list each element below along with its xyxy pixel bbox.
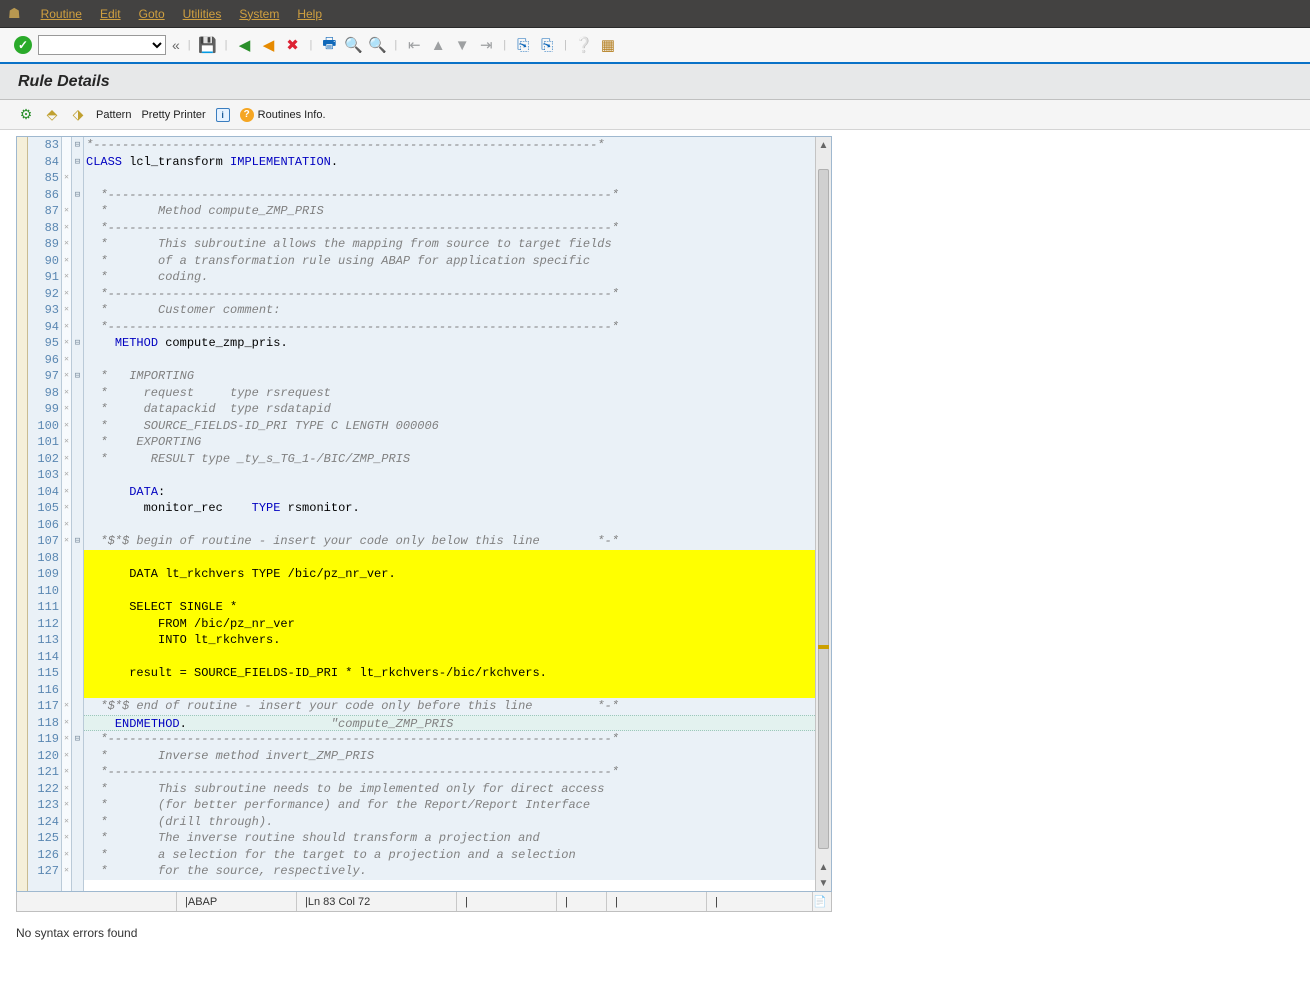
change-marker-column: ✕✕✕✕✕✕✕✕✕✕✕✕✕✕✕✕✕✕✕✕✕✕✕✕✕✕✕✕✕✕✕✕✕ bbox=[62, 137, 72, 891]
note-icon[interactable]: 📄 bbox=[813, 895, 827, 909]
pretty-printer-button[interactable]: Pretty Printer bbox=[141, 109, 205, 121]
editor-rail bbox=[17, 137, 28, 891]
command-field[interactable] bbox=[38, 35, 166, 55]
shortcut-icon[interactable]: ⎘ bbox=[538, 36, 556, 54]
find-icon[interactable]: 🔍 bbox=[344, 36, 362, 54]
prev-page-icon: ▲ bbox=[429, 36, 447, 54]
back-icon[interactable]: ◀ bbox=[236, 36, 254, 54]
sub-toolbar: ⚙ ⬘ ⬗ Pattern Pretty Printer i ? Routines… bbox=[0, 100, 1310, 130]
status-message: No syntax errors found bbox=[16, 926, 137, 940]
editor-status-bar: | ABAP | Ln 83 Col 72 | | | | 📄 bbox=[16, 892, 832, 912]
menu-routine[interactable]: Routine bbox=[41, 7, 82, 21]
line-number-gutter: 8384858687888990919293949596979899100101… bbox=[28, 137, 62, 891]
breakpoint-del-icon[interactable]: ⬗ bbox=[70, 107, 86, 123]
print-icon[interactable]: 🖶 bbox=[320, 36, 338, 54]
menu-help[interactable]: Help bbox=[297, 7, 322, 21]
cursor-position: Ln 83 Col 72 bbox=[308, 896, 370, 908]
title-bar: Rule Details bbox=[0, 64, 1310, 100]
next-page-icon: ▼ bbox=[453, 36, 471, 54]
menu-system[interactable]: System bbox=[239, 7, 279, 21]
vertical-scrollbar[interactable]: ▲ ▲ ▼ bbox=[815, 137, 831, 891]
pattern-button[interactable]: Pattern bbox=[96, 109, 131, 121]
routines-info-button[interactable]: Routines Info. bbox=[258, 109, 326, 121]
scroll-down-icon[interactable]: ▼ bbox=[816, 875, 831, 891]
menu-bar: ☗ Routine Edit Goto Utilities System Hel… bbox=[0, 0, 1310, 28]
first-page-icon: ⇤ bbox=[405, 36, 423, 54]
last-page-icon: ⇥ bbox=[477, 36, 495, 54]
check-icon[interactable]: ⚙ bbox=[18, 107, 34, 123]
breakpoint-set-icon[interactable]: ⬘ bbox=[44, 107, 60, 123]
question-icon[interactable]: ? bbox=[240, 108, 254, 122]
scroll-up-icon[interactable]: ▲ bbox=[816, 137, 831, 153]
ok-icon[interactable]: ✓ bbox=[14, 36, 32, 54]
cancel-icon[interactable]: ✖ bbox=[284, 36, 302, 54]
system-menu-icon[interactable]: ☗ bbox=[8, 5, 21, 22]
scroll-down-up-icon[interactable]: ▲ bbox=[816, 859, 831, 875]
chevron-left-icon[interactable]: « bbox=[172, 37, 180, 53]
menu-goto[interactable]: Goto bbox=[139, 7, 165, 21]
menu-edit[interactable]: Edit bbox=[100, 7, 121, 21]
page-title: Rule Details bbox=[18, 73, 110, 91]
find-next-icon[interactable]: 🔍 bbox=[368, 36, 386, 54]
help-icon[interactable]: ❔ bbox=[575, 36, 593, 54]
fold-column[interactable]: ⊟⊟⊟⊟⊟⊟⊟ bbox=[72, 137, 84, 891]
layout-icon[interactable]: ▦ bbox=[599, 36, 617, 54]
new-session-icon[interactable]: ⎘ bbox=[514, 36, 532, 54]
exit-icon[interactable]: ◀ bbox=[260, 36, 278, 54]
code-area[interactable]: *---------------------------------------… bbox=[84, 137, 815, 891]
language-indicator: ABAP bbox=[188, 896, 217, 908]
scroll-marker bbox=[818, 645, 829, 649]
info-icon[interactable]: i bbox=[216, 108, 230, 122]
save-icon[interactable]: 💾 bbox=[199, 36, 217, 54]
scrollbar-thumb[interactable] bbox=[818, 169, 829, 849]
menu-utilities[interactable]: Utilities bbox=[183, 7, 222, 21]
code-editor[interactable]: 8384858687888990919293949596979899100101… bbox=[16, 136, 832, 892]
main-toolbar: ✓ « | 💾 | ◀ ◀ ✖ | 🖶 🔍 🔍 | ⇤ ▲ ▼ ⇥ | ⎘ ⎘ … bbox=[0, 28, 1310, 64]
